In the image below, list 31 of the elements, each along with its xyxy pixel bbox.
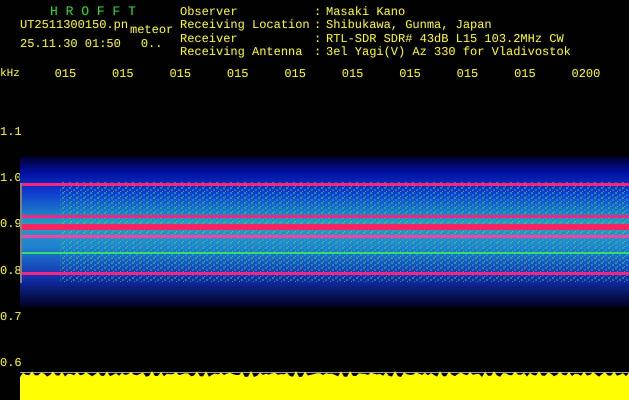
count-label: 0.. xyxy=(140,39,162,50)
info-value: Shibukawa, Gunma, Japan xyxy=(326,20,493,33)
separator: : xyxy=(314,20,322,34)
mode-label: meteor xyxy=(130,25,174,36)
frequency-label: 1.1 xyxy=(0,125,20,141)
time-label: 015 xyxy=(399,68,422,80)
file-name: UT2511300150.pn xyxy=(20,20,128,32)
time-label: 015 xyxy=(169,68,192,80)
separator: : xyxy=(314,7,322,20)
info-label: Receiver xyxy=(180,34,239,46)
time-label: 015 xyxy=(112,68,135,80)
info-value: 3el Yagi(V) Az 330 for Vladivostok xyxy=(326,46,571,60)
info-label: Receiving Antenna xyxy=(180,46,304,60)
time-label: 015 xyxy=(226,68,250,80)
time-label: 015 xyxy=(514,68,537,80)
time-label: 015 xyxy=(342,68,364,80)
info-label: Observer xyxy=(180,7,239,19)
app-title: H R O F F T xyxy=(49,4,137,19)
time-label: 015 xyxy=(456,68,480,80)
frequency-label: 0.7 xyxy=(0,310,20,326)
unit-label: kHz xyxy=(0,68,21,80)
separator: : xyxy=(314,46,322,60)
info-value: RTL-SDR SDR# 43dB L15 103.2MHz CW xyxy=(326,34,565,46)
info-value: Masaki Kano xyxy=(326,7,406,19)
time-label: 015 xyxy=(54,68,78,80)
frequency-label: 0.6 xyxy=(0,356,20,372)
time-label: 015 xyxy=(284,68,307,80)
timestamp: 25.11.30 01:50 xyxy=(20,39,121,50)
info-label: Receiving Location xyxy=(180,20,311,33)
time-label: 0200 xyxy=(572,68,602,80)
separator: : xyxy=(314,34,322,47)
